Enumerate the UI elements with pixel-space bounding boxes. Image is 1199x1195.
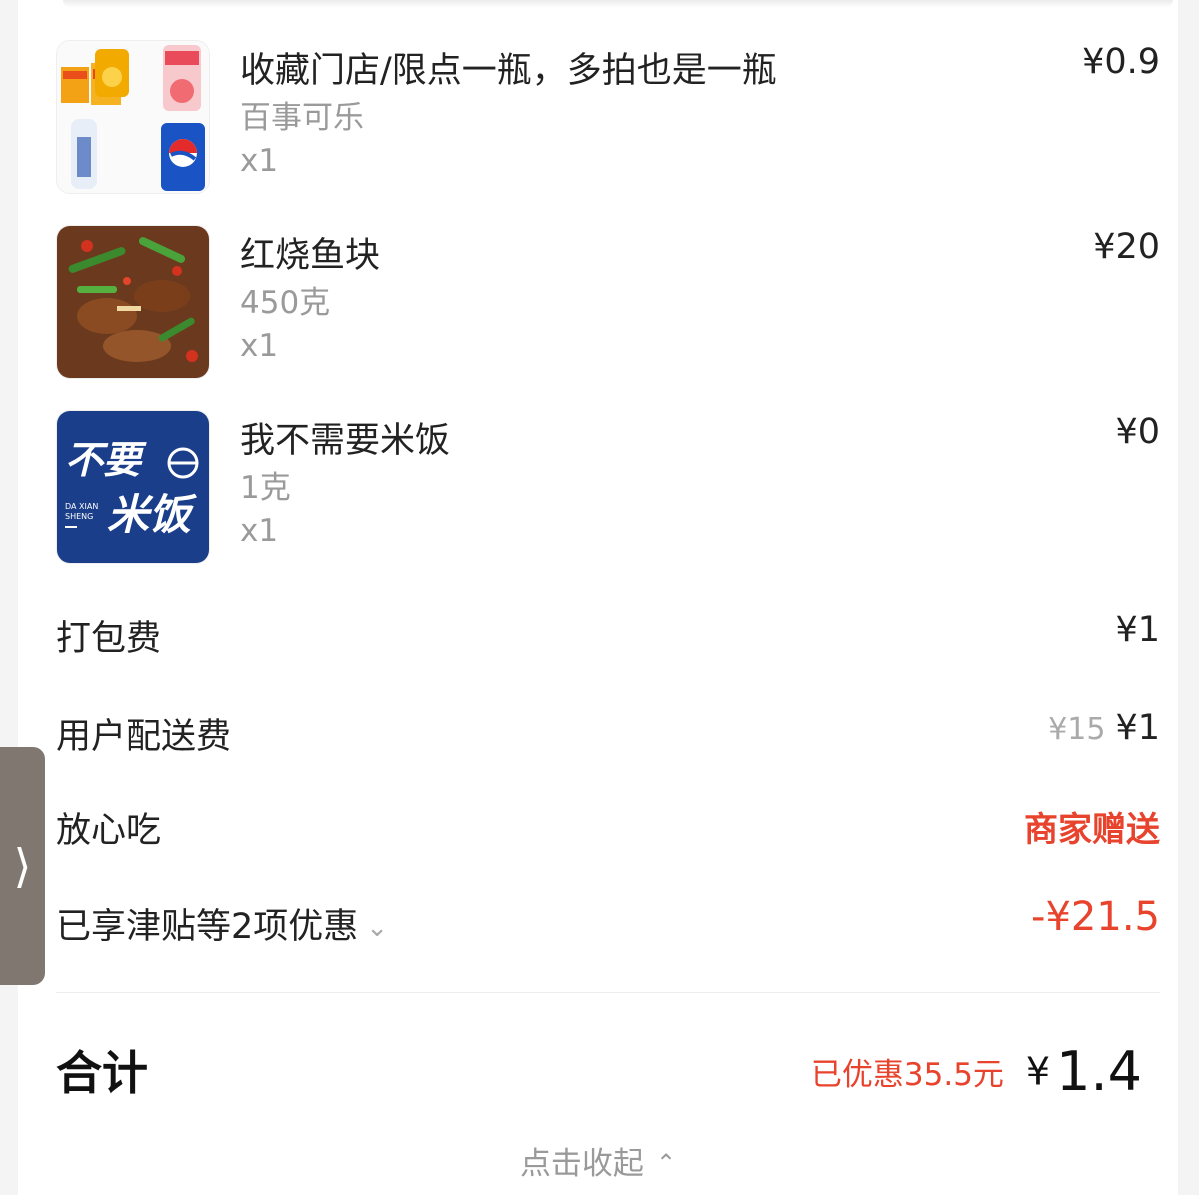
list-item[interactable]: 红烧鱼块 450克 x1 ¥20 [56, 225, 1160, 380]
order-detail-card: 收藏门店/限点一瓶，多拍也是一瓶 百事可乐 x1 ¥0.9 红烧鱼块 450克 … [18, 0, 1178, 1195]
item-quantity: x1 [240, 143, 279, 179]
assurance-label: 放心吃 [56, 811, 162, 851]
packing-fee-row: 打包费 ¥1 [56, 610, 1160, 670]
delivery-fee-original: ¥15 [1048, 712, 1106, 747]
discount-value: -¥21.5 [1031, 894, 1160, 940]
collapse-label[interactable]: 点击收起 [520, 1146, 644, 1182]
discount-label-group[interactable]: 已享津贴等2项优惠 ⌄ [56, 898, 388, 949]
chevron-up-icon[interactable]: ⌃ [656, 1149, 676, 1177]
delivery-fee-label: 用户配送费 [56, 717, 232, 757]
item-price: ¥0 [1115, 412, 1160, 452]
divider [56, 992, 1160, 993]
delivery-fee-value-group: ¥15 ¥1 [1048, 708, 1160, 748]
product-image-no-rice: 不要 DA XIAN SHENG 米饭 [56, 410, 210, 564]
total-amount: 1.4 [1056, 1040, 1142, 1103]
assurance-row: 放心吃 商家赠送 [56, 802, 1160, 862]
delivery-fee-row: 用户配送费 ¥15 ¥1 [56, 708, 1160, 768]
discount-row[interactable]: 已享津贴等2项优惠 ⌄ -¥21.5 [56, 894, 1160, 958]
chevron-right-icon[interactable]: ⟩ [14, 839, 32, 893]
assurance-value: 商家赠送 [1024, 810, 1160, 850]
collapse-button[interactable]: 点击收起 ⌃ [18, 1138, 1178, 1183]
product-image-drinks [56, 40, 210, 194]
item-price: ¥0.9 [1082, 42, 1160, 82]
list-item[interactable]: 收藏门店/限点一瓶，多拍也是一瓶 百事可乐 x1 ¥0.9 [56, 40, 1160, 195]
item-name: 红烧鱼块 [240, 236, 381, 276]
item-spec: 1克 [240, 470, 291, 506]
item-price: ¥20 [1093, 227, 1160, 267]
total-value-group: 已优惠35.5元 ¥1.4 [811, 1040, 1142, 1103]
brand-text: SHENG [65, 512, 93, 521]
item-quantity: x1 [240, 513, 279, 549]
total-label: 合计 [56, 1046, 148, 1100]
packing-fee-value: ¥1 [1115, 610, 1160, 650]
delivery-fee-value: ¥1 [1115, 708, 1160, 748]
rice-image-text: 不要 [65, 438, 147, 482]
list-item[interactable]: 不要 DA XIAN SHENG 米饭 我不需要米饭 1克 x1 ¥0 [56, 410, 1160, 565]
item-spec: 百事可乐 [240, 100, 364, 136]
rice-image-text: 米饭 [107, 490, 198, 539]
discount-label[interactable]: 已享津贴等2项优惠 [56, 907, 358, 947]
packing-fee-label: 打包费 [56, 619, 162, 659]
card-top-edge [63, 0, 1173, 8]
item-spec: 450克 [240, 285, 331, 321]
total-currency: ¥ [1025, 1049, 1051, 1094]
item-name: 我不需要米饭 [240, 421, 451, 461]
item-quantity: x1 [240, 328, 279, 364]
product-image-braised-fish [56, 225, 210, 379]
item-name: 收藏门店/限点一瓶，多拍也是一瓶 [240, 51, 777, 91]
brand-text: DA XIAN [65, 502, 98, 511]
saved-amount: 已优惠35.5元 [810, 1057, 1004, 1093]
chevron-down-icon[interactable]: ⌄ [366, 913, 388, 943]
side-expand-tab[interactable]: ⟩ [0, 747, 45, 985]
